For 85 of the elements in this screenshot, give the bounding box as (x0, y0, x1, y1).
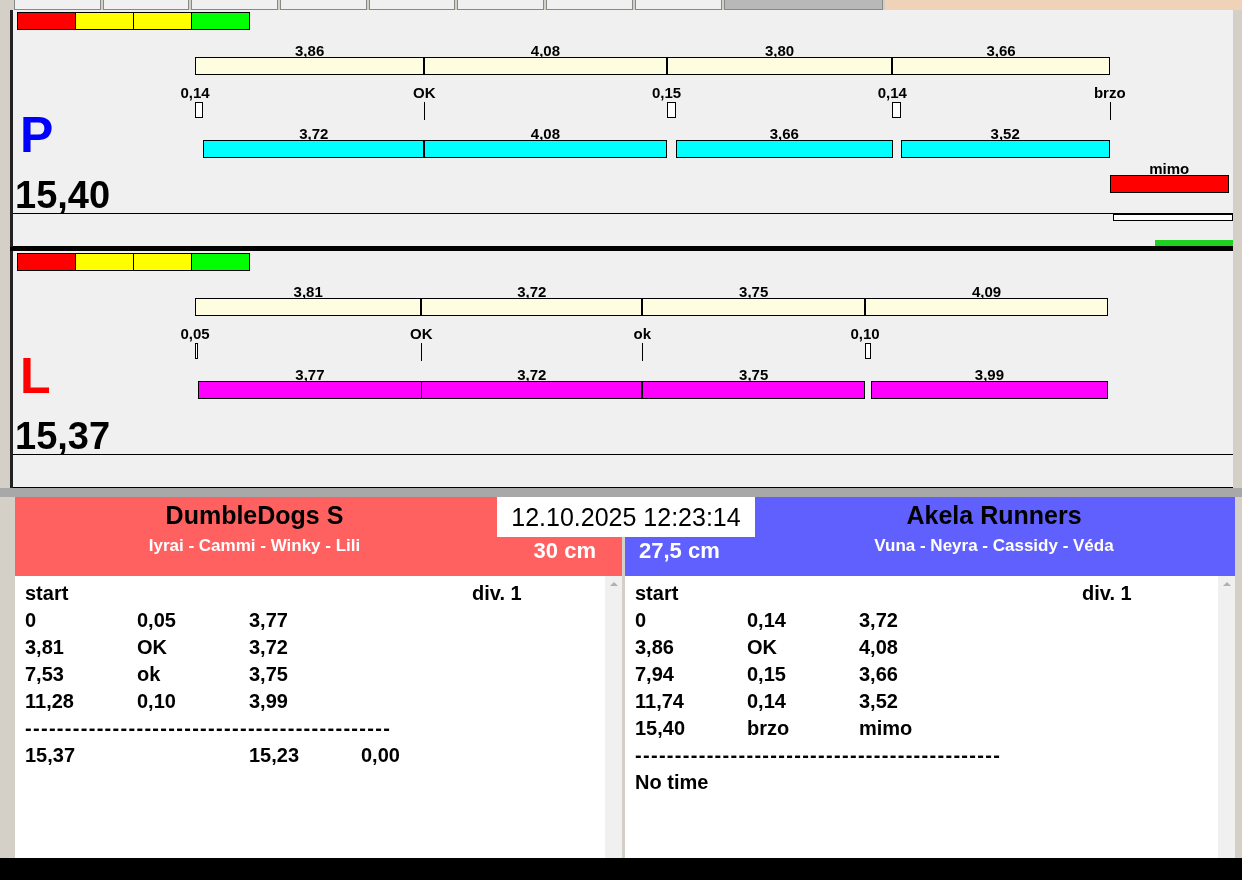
scrollbar[interactable] (605, 576, 622, 858)
result-cell-text: OK (137, 636, 168, 659)
division-label: div. 1 (1082, 582, 1132, 605)
split-time: 3,66 (985, 43, 1017, 58)
dog-time: 3,72 (298, 126, 330, 141)
lane-letter: L (20, 351, 51, 401)
result-cell-text: 0,10 (137, 690, 177, 713)
dog-time: 3,72 (516, 367, 548, 382)
changeover-label: OK (412, 85, 437, 100)
dog-time: 4,08 (529, 126, 562, 141)
lane-total-time: 15,37 (15, 417, 111, 455)
result-cell-text: 3,72 (249, 636, 289, 659)
result-cell-text: 0,15 (747, 663, 787, 686)
split-time: 3,72 (516, 284, 548, 299)
split-time: 4,08 (529, 43, 562, 58)
changeover-label: 0,14 (876, 85, 908, 100)
result-cell-text: 0,05 (137, 609, 177, 632)
result-cell-text: 3,52 (859, 690, 899, 713)
result-cell-text: mimo (859, 717, 914, 740)
split-time: 3,86 (294, 43, 326, 58)
gap-marker (666, 102, 676, 118)
dog-time: 3,52 (989, 126, 1021, 141)
result-cell-text: 3,81 (25, 636, 65, 659)
gap-marker (195, 102, 204, 118)
result-cell-text: 3,72 (859, 609, 899, 632)
tick-marker (424, 102, 426, 120)
tick-marker (1109, 102, 1111, 120)
result-cell-text: 3,99 (249, 690, 289, 713)
changeover-label: 0,14 (179, 85, 211, 100)
changeover-label: 0,10 (849, 326, 881, 341)
result-cell-text: 7,53 (25, 663, 65, 686)
changeover-label: 0,05 (179, 326, 211, 341)
tick-marker (421, 343, 423, 361)
team-name: DumbleDogs S (164, 500, 345, 530)
result-cell-text: ok (137, 663, 162, 686)
changeover-label: ok (632, 326, 653, 341)
result-cell-text: 3,86 (635, 636, 675, 659)
result-cell-text: 7,94 (635, 663, 675, 686)
changeover-label: OK (409, 326, 434, 341)
dog-time: 3,77 (294, 367, 326, 382)
result-cell-text: 15,37 (25, 744, 77, 767)
changeover-label: 0,15 (651, 85, 683, 100)
dashed-rule: ---------------------------------------------- (635, 744, 1002, 767)
team-name: Akela Runners (905, 500, 1083, 530)
gap-marker (195, 343, 198, 359)
split-time: 3,81 (292, 284, 324, 299)
dog-names: Iyrai - Cammi - Winky - Lili (147, 536, 362, 556)
lane-letter: P (20, 110, 54, 160)
result-cell-text: 15,23 (249, 744, 301, 767)
jump-height: 30 cm (532, 538, 597, 564)
result-cell-text: 0 (635, 609, 648, 632)
result-note: No time (635, 771, 709, 794)
result-cell-text: OK (747, 636, 778, 659)
tick-marker (642, 343, 644, 361)
result-cell-text: 15,40 (635, 717, 687, 740)
result-cell-text: 3,75 (249, 663, 289, 686)
result-cell-text: 0,14 (747, 690, 787, 713)
start-label: start (635, 582, 680, 605)
date-time: 12.10.2025 12:23:14 (497, 497, 755, 537)
result-cell-text: 3,66 (859, 663, 899, 686)
dog-time: 3,66 (768, 126, 800, 141)
changeover-label: brzo (1092, 85, 1127, 100)
result-cell-text: 0,14 (747, 609, 787, 632)
result-cell-text: 3,77 (249, 609, 289, 632)
result-cell-text: 0 (25, 609, 38, 632)
split-time: 3,75 (738, 284, 770, 299)
division-label: div. 1 (472, 582, 522, 605)
split-time: 4,09 (970, 284, 1003, 299)
result-cell-text: 4,08 (859, 636, 899, 659)
gap-marker (892, 102, 901, 118)
dashed-rule: ---------------------------------------------- (25, 717, 392, 740)
dog-names: Vuna - Neyra - Cassidy - Véda (873, 536, 1115, 556)
lane-total-time: 15,40 (15, 176, 111, 214)
gap-marker (865, 343, 871, 359)
fault-label: mimo (1148, 161, 1191, 176)
dog-time: 3,75 (738, 367, 770, 382)
dog-time: 3,99 (973, 367, 1006, 382)
jump-height: 27,5 cm (638, 538, 721, 564)
scrollbar[interactable] (1218, 576, 1235, 858)
result-cell-text: 11,74 (635, 690, 685, 713)
split-time: 3,80 (763, 43, 796, 58)
result-cell-text: 0,00 (361, 744, 401, 767)
result-cell-text: 11,28 (25, 690, 75, 713)
start-label: start (25, 582, 70, 605)
result-cell-text: brzo (747, 717, 791, 740)
